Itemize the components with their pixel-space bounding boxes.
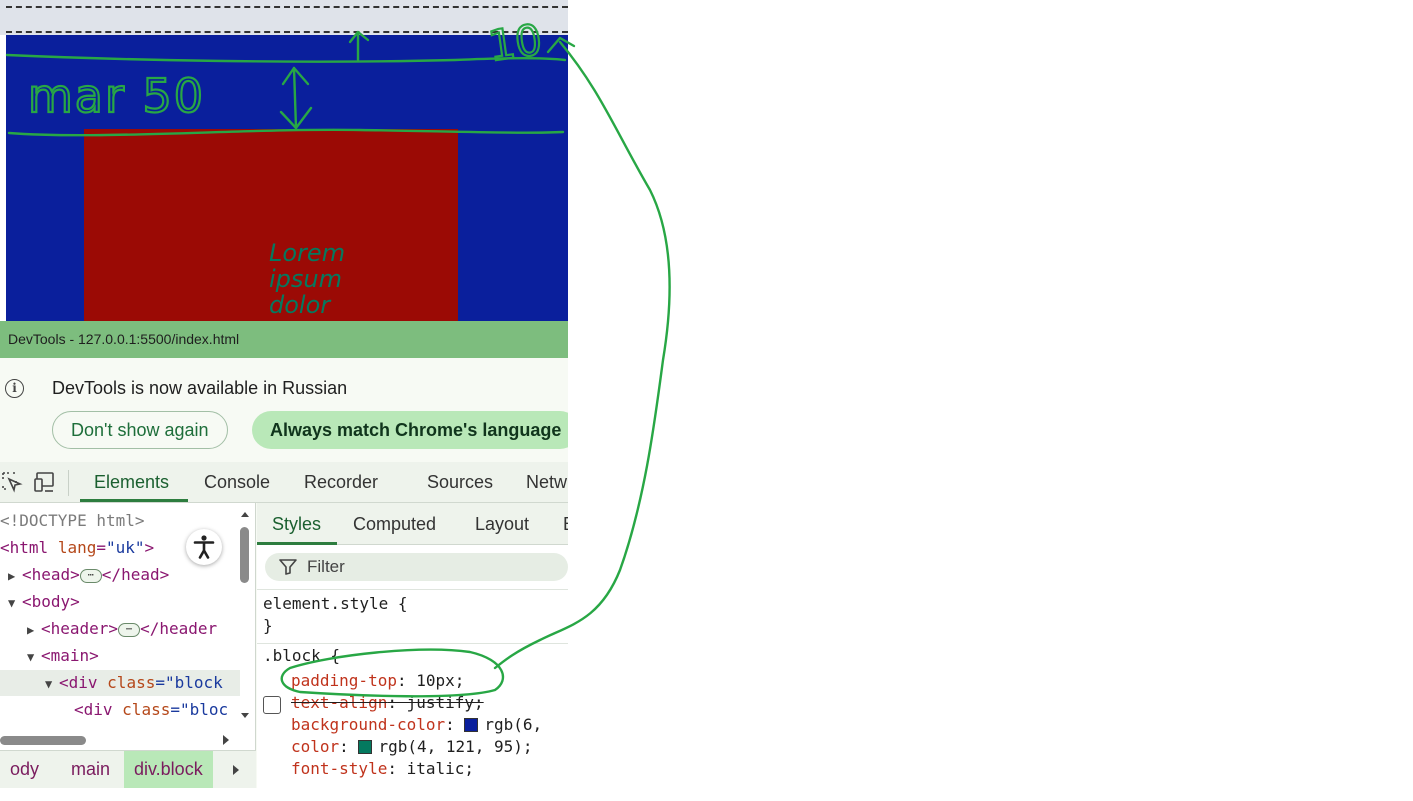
dom-node-main[interactable]: ▼ <main>	[0, 643, 240, 669]
dom-node-div-block-selected[interactable]: ▼ <div class="block	[0, 670, 240, 696]
collapse-triangle-icon[interactable]: ▼	[27, 644, 41, 670]
css-prop-value[interactable]: : justify;	[387, 693, 483, 712]
device-toolbar-icon[interactable]	[33, 470, 57, 494]
css-decl-padding-top[interactable]: padding-top: 10px;	[291, 670, 464, 692]
css-prop-name: text-align	[291, 693, 388, 712]
collapsed-dots-icon[interactable]: ⋯	[118, 622, 141, 637]
element-style-open[interactable]: element.style {	[263, 593, 408, 615]
class-value: ="block	[155, 673, 223, 692]
css-decl-color[interactable]: color: rgb(4, 121, 95);	[291, 736, 533, 758]
class-attr: class	[107, 673, 156, 692]
lorem-line: ipsum	[269, 265, 342, 293]
text-align-checkbox[interactable]	[263, 696, 281, 714]
styles-divider	[257, 589, 568, 590]
element-style-close: }	[263, 616, 273, 635]
css-prop-value[interactable]: rgb(6,	[484, 715, 542, 734]
head-close-tag: </head>	[101, 565, 170, 584]
devtools-toolbar: Elements Console Recorder Sources Netw	[0, 462, 568, 503]
accessibility-tree-button[interactable]	[186, 529, 222, 565]
css-prop-name: font-style	[291, 759, 388, 778]
tab-recorder[interactable]: Recorder	[304, 472, 378, 493]
filter-icon	[279, 559, 297, 575]
active-styles-tab-indicator	[257, 542, 337, 545]
div-tag: <div	[74, 700, 113, 719]
page-left-edge	[0, 35, 6, 321]
dom-node-div-bloc[interactable]: <div class="bloc	[0, 697, 240, 723]
dashed-line-top	[6, 6, 568, 8]
css-prop-name: background-color	[291, 715, 446, 734]
tab-layout[interactable]: Layout	[475, 514, 529, 535]
expand-triangle-icon[interactable]: ▶	[27, 617, 41, 643]
tab-network[interactable]: Netw	[526, 472, 567, 493]
styles-filter-input[interactable]: Filter	[265, 553, 568, 581]
css-prop-value[interactable]: rgb(4, 121, 95);	[378, 737, 532, 756]
scroll-right-arrow-icon[interactable]	[220, 733, 232, 747]
dom-node-body[interactable]: ▼ <body>	[0, 589, 240, 615]
styles-pane: Styles Computed Layout E Filter element.…	[257, 503, 568, 788]
tab-computed[interactable]: Computed	[353, 514, 436, 535]
dom-horizontal-scroll-thumb[interactable]	[0, 736, 86, 745]
expand-triangle-icon[interactable]: ▶	[8, 563, 22, 589]
tab-styles[interactable]: Styles	[272, 514, 321, 535]
html-tag-close: >	[144, 538, 155, 557]
div-tag: <div	[59, 673, 98, 692]
collapse-triangle-icon[interactable]: ▼	[45, 671, 59, 697]
filter-placeholder: Filter	[307, 557, 345, 576]
tab-sources[interactable]: Sources	[427, 472, 493, 493]
html-tag: <html	[0, 538, 49, 557]
banner-message: DevTools is now available in Russian	[52, 378, 348, 398]
head-tag: <head>	[22, 565, 80, 584]
lorem-text: Lorem ipsum dolor	[269, 240, 389, 318]
styles-divider	[257, 643, 568, 644]
inspect-element-icon[interactable]	[0, 470, 24, 494]
main-tag: <main>	[41, 646, 99, 665]
css-prop-name: color	[291, 737, 340, 756]
active-tab-indicator	[80, 499, 188, 502]
styles-tabbar: Styles Computed Layout E	[257, 503, 568, 545]
collapse-triangle-icon[interactable]: ▼	[8, 590, 22, 616]
dom-breadcrumb: ody main div.block	[0, 750, 256, 788]
css-decl-background-color[interactable]: background-color: rgb(6,	[291, 714, 542, 736]
dont-show-again-button[interactable]: Don't show again	[52, 411, 228, 449]
devtools-window: DevTools - 127.0.0.1:5500/index.html i D…	[0, 321, 568, 788]
lorem-line: Lorem	[269, 239, 346, 267]
dom-node-header[interactable]: ▶ <header> ⋯ </header	[0, 616, 240, 642]
info-icon: i	[5, 379, 24, 398]
page-preview: Lorem ipsum dolor	[0, 0, 568, 321]
class-attr: class	[122, 700, 171, 719]
accessibility-icon	[193, 535, 215, 559]
lorem-line: dolor	[269, 291, 331, 319]
doctype-text: <!DOCTYPE html>	[0, 511, 145, 530]
html-lang-attr: lang	[57, 538, 97, 557]
breadcrumb-div-block[interactable]: div.block	[124, 751, 213, 788]
class-value: ="bloc	[170, 700, 229, 719]
block-rule-selector[interactable]: .block {	[263, 645, 340, 667]
breadcrumb-body[interactable]: ody	[10, 751, 39, 788]
tab-event-listeners[interactable]: E	[563, 514, 568, 535]
tab-elements[interactable]: Elements	[94, 472, 169, 493]
color-swatch-icon[interactable]	[358, 740, 373, 754]
language-banner: i DevTools is now available in Russian D…	[0, 358, 568, 462]
header-close-tag: </header	[140, 619, 218, 638]
breadcrumb-next-icon[interactable]	[230, 763, 242, 777]
header-tag: <header>	[41, 619, 119, 638]
tab-console[interactable]: Console	[204, 472, 270, 493]
always-match-language-button[interactable]: Always match Chrome's language	[252, 411, 568, 449]
color-swatch-icon[interactable]	[464, 718, 479, 732]
devtools-titlebar[interactable]: DevTools - 127.0.0.1:5500/index.html	[0, 321, 568, 358]
css-prop-value[interactable]: : italic;	[387, 759, 474, 778]
html-lang-value: "uk"	[105, 538, 145, 557]
breadcrumb-main[interactable]: main	[71, 751, 110, 788]
body-tag: <body>	[22, 592, 80, 611]
dom-vertical-scroll-thumb[interactable]	[240, 527, 249, 583]
css-decl-text-align-disabled[interactable]: text-align: justify;	[291, 692, 484, 714]
collapsed-dots-icon[interactable]: ⋯	[79, 568, 102, 583]
dom-node-head[interactable]: ▶ <head> ⋯ </head>	[0, 562, 240, 588]
devtools-title: DevTools - 127.0.0.1:5500/index.html	[8, 331, 240, 347]
dashed-line-bottom	[6, 31, 568, 33]
css-prop-value[interactable]: : 10px;	[397, 671, 464, 690]
css-decl-font-style[interactable]: font-style: italic;	[291, 758, 474, 780]
css-prop-name: padding-top	[291, 671, 397, 690]
toolbar-divider	[68, 470, 69, 496]
